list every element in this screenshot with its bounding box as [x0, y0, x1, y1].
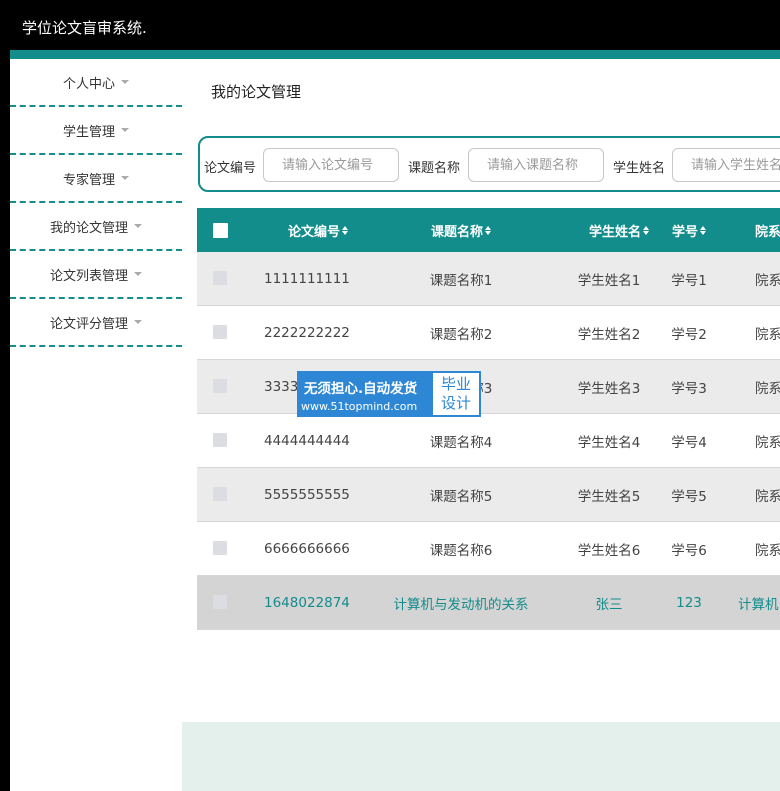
row-checkbox[interactable]: [213, 487, 227, 501]
thesis-table: 论文编号 课题名称 学生姓名 学号 院系 1111111111 课题名称1 学生…: [197, 208, 780, 630]
chevron-down-icon: [121, 128, 129, 132]
sidebar-item-thesis-list-management[interactable]: 论文列表管理: [10, 251, 182, 299]
table-row[interactable]: 5555555555 课题名称5 学生姓名5 学号5 院系: [197, 468, 780, 522]
cell-thesis-no: 5555555555: [264, 486, 350, 503]
cell-thesis-no: 2222222222: [264, 324, 350, 341]
cell-topic: 计算机与发动机的关系: [393, 596, 529, 613]
cell-student-name: 学生姓名2: [577, 326, 641, 343]
table-row[interactable]: 1648022874 计算机与发动机的关系 张三 123 计算机: [197, 576, 780, 630]
select-all-checkbox[interactable]: [213, 223, 228, 238]
topic-input[interactable]: [468, 148, 604, 182]
cell-student-name: 学生姓名6: [577, 542, 641, 559]
cell-student-id: 学号2: [671, 326, 707, 343]
table-row[interactable]: 6666666666 课题名称6 学生姓名6 学号6 院系: [197, 522, 780, 576]
row-checkbox[interactable]: [213, 325, 227, 339]
chevron-down-icon: [134, 224, 142, 228]
sidebar-item-label: 个人中心: [62, 76, 115, 92]
table-row[interactable]: 4444444444 课题名称4 学生姓名4 学号4 院系: [197, 414, 780, 468]
cell-topic: 课题名称2: [429, 326, 493, 343]
cell-student-id: 学号5: [671, 488, 707, 505]
top-bar: 学位论文盲审系统.: [0, 0, 780, 50]
watermark-slogan: 无须担心.自动发货: [304, 381, 418, 397]
sidebar-item-my-thesis-management[interactable]: 我的论文管理: [10, 203, 182, 251]
cell-student-id: 学号3: [671, 380, 707, 397]
cell-thesis-no: 1648022874: [264, 594, 350, 611]
cell-student-name: 张三: [595, 596, 623, 613]
page-title: 我的论文管理: [211, 83, 302, 101]
sidebar-item-label: 专家管理: [62, 172, 115, 188]
cell-student-name: 学生姓名4: [577, 434, 641, 451]
search-bar: 论文编号 课题名称 学生姓名: [198, 136, 780, 192]
cell-student-name: 学生姓名1: [577, 272, 641, 289]
chevron-down-icon: [121, 176, 129, 180]
cell-department: 院系: [755, 488, 780, 505]
column-header-student-id[interactable]: 学号: [659, 208, 719, 252]
chevron-down-icon: [134, 320, 142, 324]
chevron-down-icon: [121, 80, 129, 84]
row-checkbox[interactable]: [213, 541, 227, 555]
column-header-thesis-no[interactable]: 论文编号: [253, 208, 383, 252]
cell-thesis-no: 4444444444: [264, 432, 350, 449]
cell-student-id: 学号6: [671, 542, 707, 559]
sidebar-item-label: 我的论文管理: [49, 220, 128, 236]
cell-department: 院系: [755, 326, 780, 343]
sort-icon: [643, 225, 649, 235]
cell-topic: 课题名称5: [429, 488, 493, 505]
topic-label: 课题名称: [408, 161, 461, 176]
sidebar-item-expert-management[interactable]: 专家管理: [10, 155, 182, 203]
cell-topic: 课题名称4: [429, 434, 493, 451]
watermark-badge: 无须担心.自动发货 www.51topmind.com 毕业 设计: [297, 371, 481, 417]
cell-student-name: 学生姓名3: [577, 380, 641, 397]
cell-thesis-no: 1111111111: [264, 270, 350, 287]
table-row[interactable]: 2222222222 课题名称2 学生姓名2 学号2 院系: [197, 306, 780, 360]
cell-student-id: 学号4: [671, 434, 707, 451]
cell-student-name: 学生姓名5: [577, 488, 641, 505]
table-row[interactable]: 1111111111 课题名称1 学生姓名1 学号1 院系: [197, 252, 780, 306]
row-checkbox[interactable]: [213, 271, 227, 285]
thesis-no-input[interactable]: [263, 148, 399, 182]
cell-department: 院系: [755, 380, 780, 397]
sidebar-item-label: 论文评分管理: [49, 316, 128, 332]
sidebar-item-label: 论文列表管理: [49, 268, 128, 284]
cell-topic: 课题名称6: [429, 542, 493, 559]
header-accent-strip: [10, 50, 780, 59]
sort-icon: [700, 225, 706, 235]
sidebar: 个人中心 学生管理 专家管理 我的论文管理 论文列表管理 论文评分管理: [10, 59, 182, 347]
app-title: 学位论文盲审系统.: [22, 19, 147, 37]
page-content: 个人中心 学生管理 专家管理 我的论文管理 论文列表管理 论文评分管理 我的论文…: [10, 59, 780, 791]
cell-student-id: 123: [676, 594, 702, 611]
cell-department: 计算机: [738, 596, 779, 613]
cell-student-id: 学号1: [671, 272, 707, 289]
watermark-url: www.51topmind.com: [301, 400, 418, 413]
row-checkbox[interactable]: [213, 433, 227, 447]
cell-department: 院系: [755, 542, 780, 559]
row-checkbox[interactable]: [213, 595, 227, 609]
chevron-down-icon: [134, 272, 142, 276]
sidebar-item-personal-center[interactable]: 个人中心: [10, 59, 182, 107]
column-header-topic[interactable]: 课题名称: [393, 208, 529, 252]
sidebar-item-label: 学生管理: [62, 124, 115, 140]
sort-icon: [485, 225, 491, 235]
cell-topic: 课题名称1: [429, 272, 493, 289]
column-header-student-name[interactable]: 学生姓名: [569, 208, 669, 252]
column-header-department[interactable]: 院系: [755, 208, 780, 252]
table-header: 论文编号 课题名称 学生姓名 学号 院系: [197, 208, 780, 252]
table-row[interactable]: 3333333333 课题名称3 学生姓名3 学号3 院系: [197, 360, 780, 414]
thesis-no-label: 论文编号: [204, 161, 257, 176]
cell-department: 院系: [755, 272, 780, 289]
footer-band: [182, 722, 780, 791]
sidebar-item-thesis-score-management[interactable]: 论文评分管理: [10, 299, 182, 347]
sort-icon: [342, 225, 348, 235]
cell-thesis-no: 6666666666: [264, 540, 350, 557]
watermark-logo: 毕业 设计: [433, 373, 479, 415]
student-name-input[interactable]: [672, 148, 780, 182]
student-name-label: 学生姓名: [613, 161, 666, 176]
sidebar-item-student-management[interactable]: 学生管理: [10, 107, 182, 155]
row-checkbox[interactable]: [213, 379, 227, 393]
cell-department: 院系: [755, 434, 780, 451]
